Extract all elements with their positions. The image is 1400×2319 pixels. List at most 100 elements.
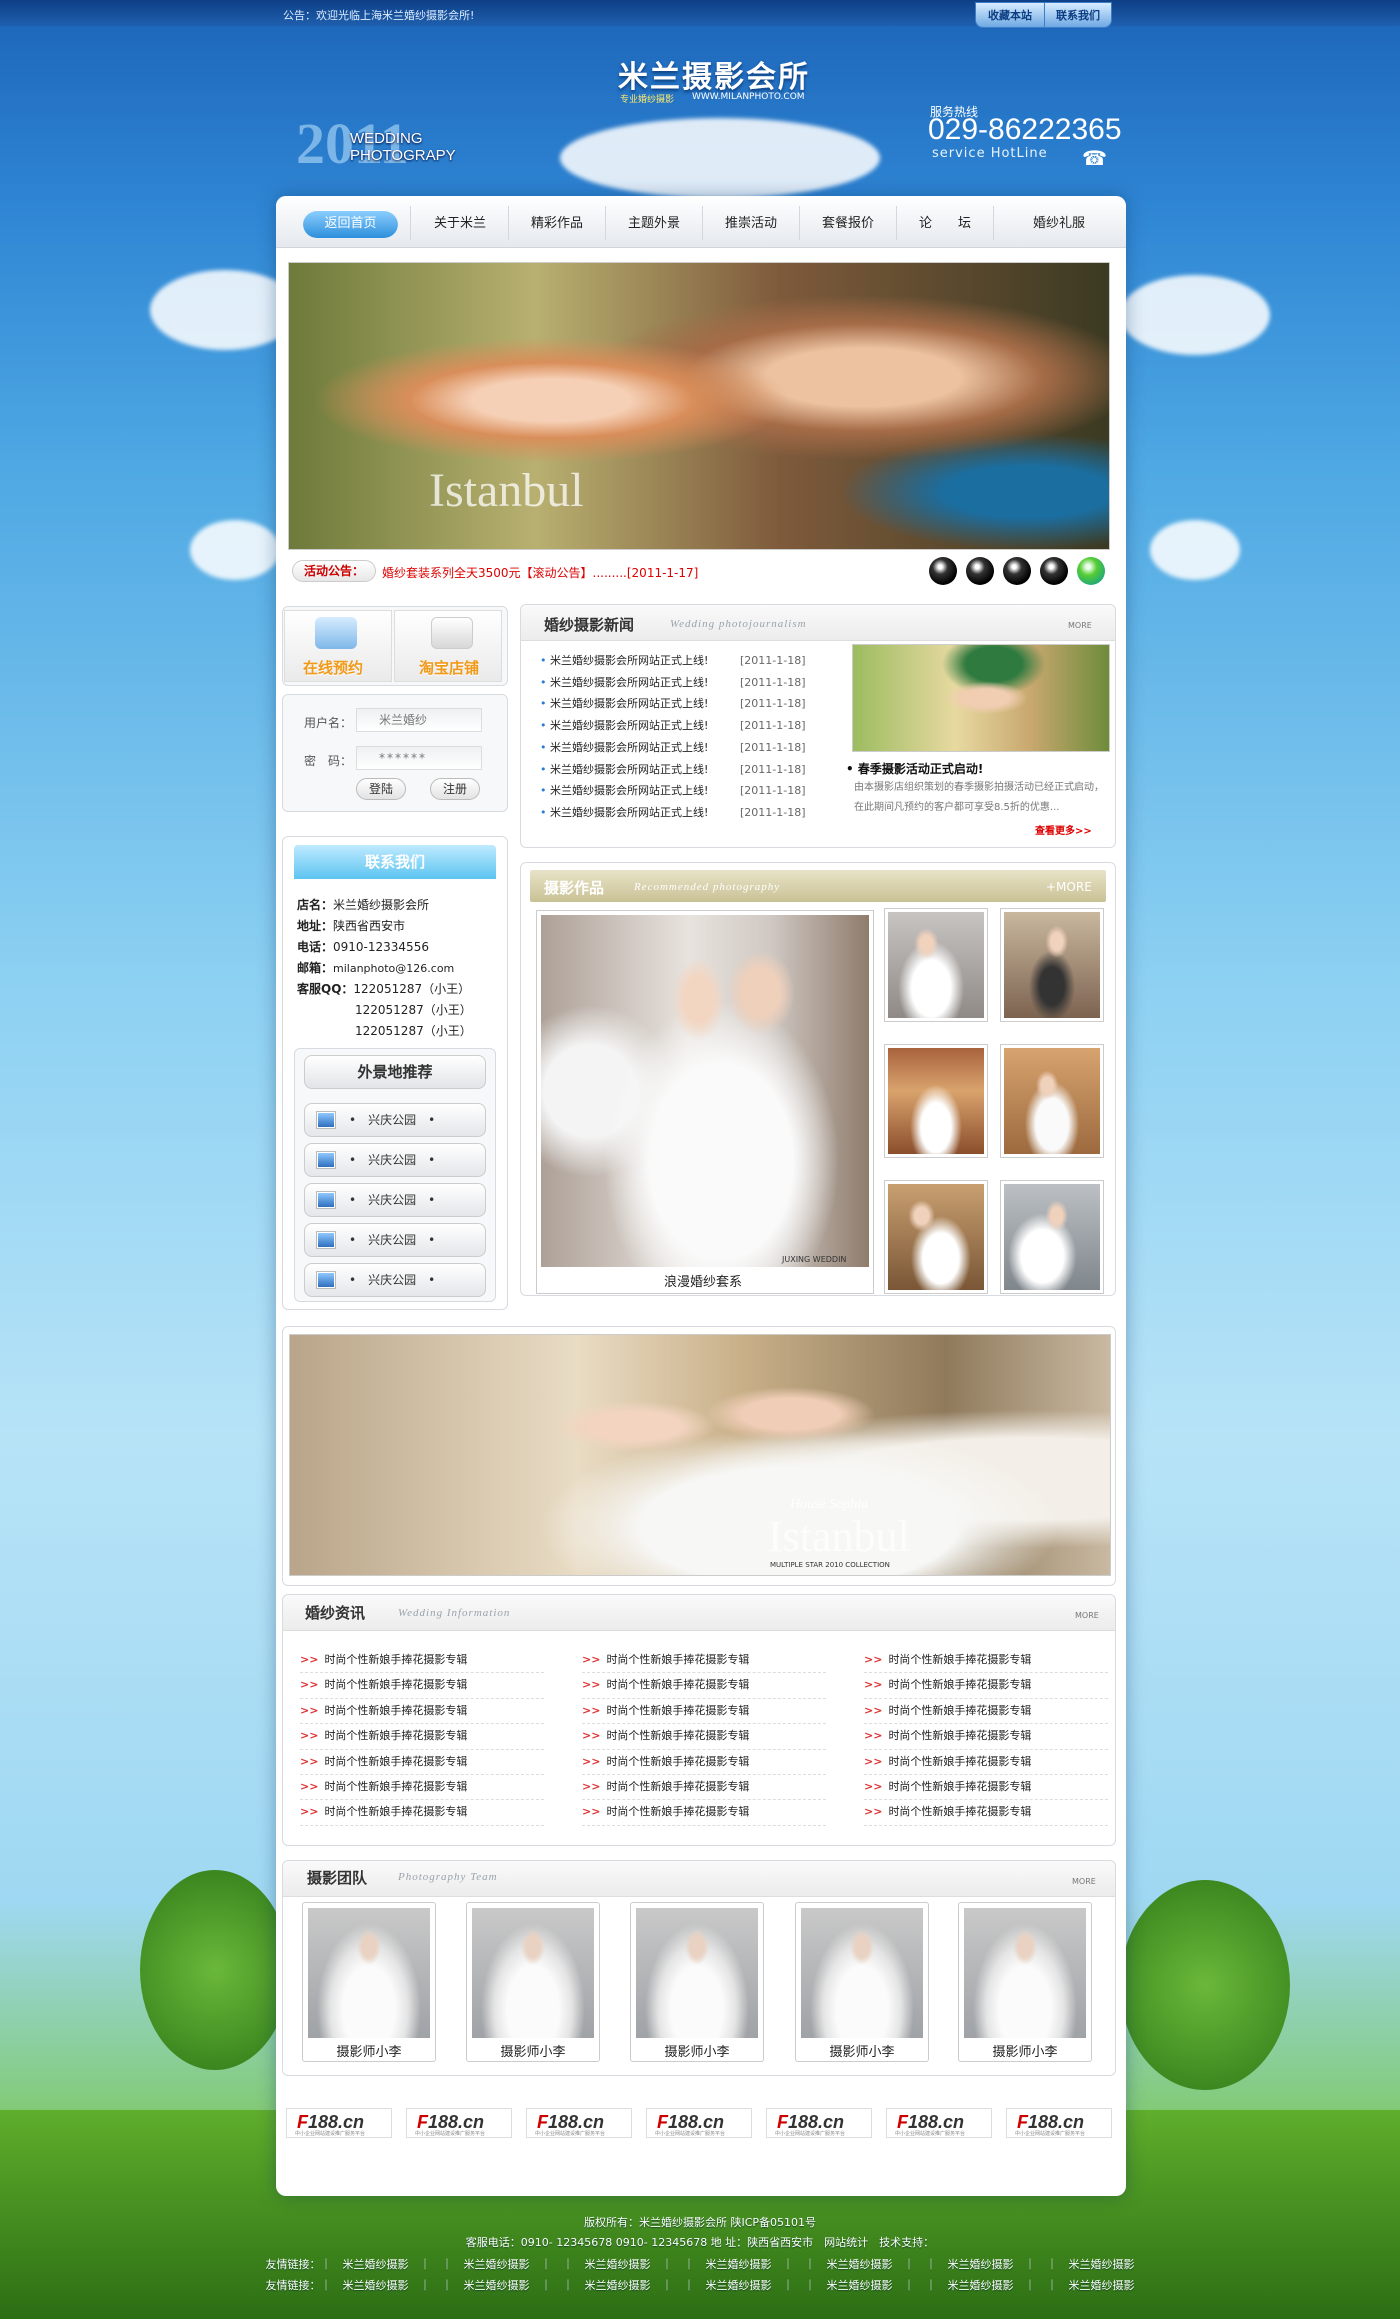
- email-value[interactable]: milanphoto@126.com: [333, 962, 454, 975]
- image-icon: [317, 1152, 335, 1168]
- news-item[interactable]: • 米兰婚纱摄影会所网站正式上线! [2011-1-18]: [540, 650, 820, 672]
- qq-key: 客服QQ：: [297, 982, 354, 996]
- works-title: 摄影作品: [544, 879, 605, 897]
- team-more-link[interactable]: MORE: [1072, 1877, 1096, 1886]
- login-button[interactable]: 登陆: [356, 778, 406, 800]
- location-item[interactable]: • 兴庆公园 •: [304, 1143, 486, 1177]
- nav-home[interactable]: 返回首页: [303, 210, 398, 238]
- site-logo[interactable]: 米兰摄影会所: [618, 52, 810, 96]
- works-thumb[interactable]: [884, 1044, 988, 1158]
- qq-value[interactable]: 122051287（小王）: [353, 982, 470, 996]
- info-item[interactable]: >> 时尚个性新娘手捧花摄影专辑: [864, 1724, 1108, 1750]
- location-item[interactable]: • 兴庆公园 •: [304, 1223, 486, 1257]
- info-item[interactable]: >> 时尚个性新娘手捧花摄影专辑: [582, 1699, 826, 1725]
- works-thumb[interactable]: [1000, 1180, 1104, 1294]
- qq-icon[interactable]: [929, 557, 957, 585]
- info-item[interactable]: >> 时尚个性新娘手捧花摄影专辑: [864, 1648, 1108, 1674]
- news-feature-photo[interactable]: [852, 644, 1110, 752]
- info-item[interactable]: >> 时尚个性新娘手捧花摄影专辑: [582, 1800, 826, 1826]
- info-item[interactable]: >> 时尚个性新娘手捧花摄影专辑: [300, 1699, 544, 1725]
- news-item[interactable]: • 米兰婚纱摄影会所网站正式上线! [2011-1-18]: [540, 780, 820, 802]
- nav-dresses[interactable]: 婚纱礼服: [994, 210, 1124, 238]
- location-item[interactable]: • 兴庆公园 •: [304, 1103, 486, 1137]
- news-item[interactable]: • 米兰婚纱摄影会所网站正式上线! [2011-1-18]: [540, 737, 820, 759]
- bookmark-button[interactable]: 收藏本站: [975, 2, 1045, 28]
- location-label: • 兴庆公园 •: [349, 1153, 436, 1167]
- qq-green-icon[interactable]: [1077, 557, 1105, 585]
- nav-forum[interactable]: 论 坛: [897, 210, 993, 238]
- works-main-photo[interactable]: JUXING WEDDIN 浪漫婚纱套系: [536, 910, 874, 1294]
- info-item[interactable]: >> 时尚个性新娘手捧花摄影专辑: [582, 1750, 826, 1776]
- qq-icon[interactable]: [1003, 557, 1031, 585]
- news-feature-more[interactable]: 查看更多>>: [1035, 822, 1092, 837]
- partner-link[interactable]: F188.cn 中小企业网站建设推广服务平台: [1006, 2108, 1112, 2138]
- info-item[interactable]: >> 时尚个性新娘手捧花摄影专辑: [864, 1775, 1108, 1801]
- news-item[interactable]: • 米兰婚纱摄影会所网站正式上线! [2011-1-18]: [540, 715, 820, 737]
- info-item[interactable]: >> 时尚个性新娘手捧花摄影专辑: [300, 1775, 544, 1801]
- info-item[interactable]: >> 时尚个性新娘手捧花摄影专辑: [864, 1750, 1108, 1776]
- banner2-watermark-sub: MULTIPLE STAR 2010 COLLECTION: [770, 1561, 890, 1569]
- partner-link[interactable]: F188.cn 中小企业网站建设推广服务平台: [886, 2108, 992, 2138]
- location-item[interactable]: • 兴庆公园 •: [304, 1183, 486, 1217]
- news-item[interactable]: • 米兰婚纱摄影会所网站正式上线! [2011-1-18]: [540, 672, 820, 694]
- qq-icon[interactable]: [1040, 557, 1068, 585]
- footer-friend-links[interactable]: 友情链接：｜ 米兰婚纱摄影 ｜ ｜ 米兰婚纱摄影 ｜ ｜ 米兰婚纱摄影 ｜ ｜ …: [0, 2277, 1400, 2293]
- info-item[interactable]: >> 时尚个性新娘手捧花摄影专辑: [300, 1648, 544, 1674]
- info-item[interactable]: >> 时尚个性新娘手捧花摄影专辑: [582, 1724, 826, 1750]
- team-member[interactable]: 摄影师小李: [302, 1902, 436, 2062]
- info-item[interactable]: >> 时尚个性新娘手捧花摄影专辑: [582, 1775, 826, 1801]
- password-input[interactable]: ******: [356, 746, 482, 770]
- partner-link[interactable]: F188.cn 中小企业网站建设推广服务平台: [766, 2108, 872, 2138]
- works-more-link[interactable]: +MORE: [1046, 880, 1092, 894]
- footer-copyright: 版权所有：米兰婚纱摄影会所 陕ICP备05101号: [583, 2216, 817, 2229]
- online-booking-button[interactable]: 在线预约: [284, 610, 392, 682]
- info-more-link[interactable]: MORE: [1075, 1611, 1099, 1620]
- taobao-shop-button[interactable]: 淘宝店铺: [394, 610, 502, 682]
- team-title-en: Photography Team: [398, 1871, 498, 1883]
- news-item[interactable]: • 米兰婚纱摄影会所网站正式上线! [2011-1-18]: [540, 802, 820, 824]
- username-input[interactable]: 米兰婚纱: [356, 708, 482, 732]
- news-more-link[interactable]: MORE: [1068, 621, 1092, 630]
- nav-outdoor[interactable]: 主题外景: [606, 210, 702, 238]
- nav-about[interactable]: 关于米兰: [412, 210, 508, 238]
- info-item[interactable]: >> 时尚个性新娘手捧花摄影专辑: [582, 1673, 826, 1699]
- info-item[interactable]: >> 时尚个性新娘手捧花摄影专辑: [300, 1800, 544, 1826]
- footer-friend-links[interactable]: 友情链接：｜ 米兰婚纱摄影 ｜ ｜ 米兰婚纱摄影 ｜ ｜ 米兰婚纱摄影 ｜ ｜ …: [0, 2256, 1400, 2272]
- news-item[interactable]: • 米兰婚纱摄影会所网站正式上线! [2011-1-18]: [540, 693, 820, 715]
- partner-link[interactable]: F188.cn 中小企业网站建设推广服务平台: [286, 2108, 392, 2138]
- hero-banner[interactable]: Istanbul: [288, 262, 1110, 550]
- news-item[interactable]: • 米兰婚纱摄影会所网站正式上线! [2011-1-18]: [540, 759, 820, 781]
- team-member[interactable]: 摄影师小李: [630, 1902, 764, 2062]
- info-item[interactable]: >> 时尚个性新娘手捧花摄影专辑: [300, 1750, 544, 1776]
- works-thumb[interactable]: [884, 908, 988, 1022]
- qq-icon[interactable]: [966, 557, 994, 585]
- team-member[interactable]: 摄影师小李: [795, 1902, 929, 2062]
- team-member[interactable]: 摄影师小李: [466, 1902, 600, 2062]
- qq-value[interactable]: 122051287（小王）: [297, 1021, 502, 1042]
- info-item[interactable]: >> 时尚个性新娘手捧花摄影专辑: [864, 1673, 1108, 1699]
- ticker-label: 活动公告：: [292, 560, 376, 582]
- info-item[interactable]: >> 时尚个性新娘手捧花摄影专辑: [300, 1673, 544, 1699]
- works-thumb[interactable]: [1000, 1044, 1104, 1158]
- info-item[interactable]: >> 时尚个性新娘手捧花摄影专辑: [864, 1699, 1108, 1725]
- nav-packages[interactable]: 套餐报价: [800, 210, 896, 238]
- partner-link[interactable]: F188.cn 中小企业网站建设推广服务平台: [646, 2108, 752, 2138]
- nav-works[interactable]: 精彩作品: [509, 210, 605, 238]
- promo-banner[interactable]: House Sophia Istanbul MULTIPLE STAR 2010…: [289, 1334, 1111, 1576]
- partner-link[interactable]: F188.cn 中小企业网站建设推广服务平台: [526, 2108, 632, 2138]
- register-button[interactable]: 注册: [430, 778, 480, 800]
- ticker-text[interactable]: 婚纱套装系列全天3500元【滚动公告】.........[2011-1-17]: [382, 564, 698, 581]
- news-feature-title[interactable]: • 春季摄影活动正式启动!: [846, 760, 983, 777]
- info-item[interactable]: >> 时尚个性新娘手捧花摄影专辑: [300, 1724, 544, 1750]
- qq-value[interactable]: 122051287（小王）: [297, 1000, 502, 1021]
- location-item[interactable]: • 兴庆公园 •: [304, 1263, 486, 1297]
- info-item[interactable]: >> 时尚个性新娘手捧花摄影专辑: [582, 1648, 826, 1674]
- team-member[interactable]: 摄影师小李: [958, 1902, 1092, 2062]
- contact-us-button[interactable]: 联系我们: [1044, 2, 1112, 28]
- info-item[interactable]: >> 时尚个性新娘手捧花摄影专辑: [864, 1800, 1108, 1826]
- nav-events[interactable]: 推崇活动: [703, 210, 799, 238]
- works-thumb[interactable]: [1000, 908, 1104, 1022]
- partner-link[interactable]: F188.cn 中小企业网站建设推广服务平台: [406, 2108, 512, 2138]
- info-column: >> 时尚个性新娘手捧花摄影专辑 >> 时尚个性新娘手捧花摄影专辑 >> 时尚个性新娘…: [582, 1648, 826, 1826]
- works-thumb[interactable]: [884, 1180, 988, 1294]
